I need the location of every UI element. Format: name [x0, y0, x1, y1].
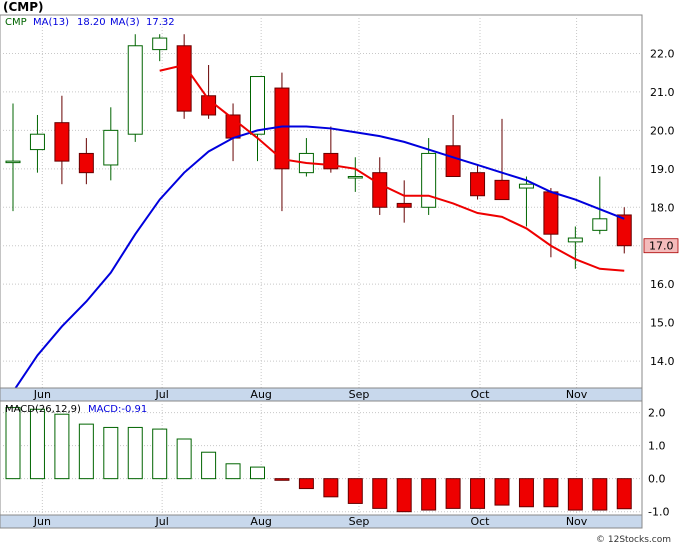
candle-body [103, 129, 119, 166]
macd-bar [152, 428, 168, 480]
candle-body [421, 152, 437, 208]
watermark: © 12Stocks.com [596, 535, 671, 545]
last-price-label: 17.0 [649, 240, 674, 253]
price-y-axis-labels: 14.0 15.0 16.0 17.0 18.0 19.0 20.0 21.0 22.0 [650, 47, 675, 368]
candle-body [518, 183, 534, 189]
legend-symbol: CMP [5, 17, 27, 28]
macd-bar [127, 426, 143, 480]
legend-ma13-value: 18.20 [77, 17, 106, 28]
price-x-tick-label: Jun [33, 388, 51, 401]
candle-body [445, 145, 461, 178]
macd-x-tick-label: Aug [250, 515, 271, 528]
candle-body [5, 160, 21, 164]
macd-x-tick-label: Oct [470, 515, 490, 528]
macd-bar [298, 478, 314, 490]
candle-body [372, 172, 388, 208]
candle-body [274, 87, 290, 170]
macd-bar [518, 478, 534, 508]
macd-bar [323, 478, 339, 498]
candle-body [54, 122, 70, 162]
price-y-tick-label: 14.0 [650, 355, 675, 368]
macd-bar [347, 478, 363, 504]
macd-y-tick-label: 2.0 [648, 407, 666, 420]
macd-bar [176, 438, 192, 480]
candle-body [567, 237, 583, 243]
candle [176, 34, 192, 119]
price-y-tick-label: 22.0 [650, 47, 675, 60]
macd-bar [543, 478, 559, 508]
macd-bar [54, 413, 70, 480]
macd-x-tick-label: Nov [566, 515, 588, 528]
price-y-tick-label: 18.0 [650, 201, 675, 214]
candle-body [176, 45, 192, 112]
macd-bar [592, 478, 608, 511]
price-x-axis-band [0, 387, 643, 402]
candle-body [152, 37, 168, 51]
macd-bar [274, 478, 290, 481]
macd-bar [225, 463, 241, 480]
macd-y-tick-label: 1.0 [648, 440, 666, 453]
candle-body [494, 179, 510, 201]
macd-bar [396, 478, 412, 513]
macd-bar [445, 478, 461, 509]
candle-body [78, 152, 94, 174]
chart-title: (CMP) [3, 0, 44, 14]
price-y-tick-label: 15.0 [650, 317, 675, 330]
price-y-tick-label: 16.0 [650, 278, 675, 291]
candle-body [250, 76, 265, 135]
macd-bar [494, 478, 510, 506]
legend-ma3-value: 17.32 [146, 17, 175, 28]
price-y-tick-label: 21.0 [650, 86, 675, 99]
last-price-marker: 17.0 [643, 238, 679, 254]
macd-bar [78, 423, 94, 480]
candle-body [543, 191, 559, 235]
macd-bar [250, 466, 265, 480]
candle [127, 34, 143, 142]
macd-x-tick-label: Jul [155, 515, 169, 528]
macd-bar [5, 407, 21, 480]
price-y-tick-label: 20.0 [650, 124, 675, 137]
legend-ma13-label: MA(13) [33, 17, 69, 28]
price-panel: JunJulAugSepOctNov 14.015.016.017.018.01… [0, 14, 679, 402]
candle-body [29, 133, 45, 151]
macd-y-tick-label: -1.0 [648, 506, 669, 519]
macd-x-tick-label: Sep [349, 515, 370, 528]
macd-x-axis-band [0, 514, 643, 529]
price-x-tick-label: Oct [470, 388, 490, 401]
macd-bar [470, 478, 486, 509]
macd-bar [103, 426, 119, 480]
price-x-tick-label: Sep [349, 388, 370, 401]
macd-legend-label: MACD(26,12,9) [5, 404, 81, 415]
candle-body [616, 214, 632, 247]
price-y-tick-label: 19.0 [650, 163, 675, 176]
macd-bar [421, 478, 437, 511]
price-x-tick-label: Jul [155, 388, 169, 401]
candle-body [592, 218, 608, 231]
candle-body [470, 172, 486, 197]
price-x-tick-label: Nov [566, 388, 588, 401]
candle-body [347, 176, 363, 179]
macd-bar [567, 478, 583, 511]
macd-bar [372, 478, 388, 509]
macd-bar [616, 478, 632, 510]
macd-y-tick-label: 0.0 [648, 473, 666, 486]
macd-x-tick-label: Jun [33, 515, 51, 528]
candle-body [127, 45, 143, 135]
price-x-tick-label: Aug [250, 388, 271, 401]
macd-bar [29, 408, 45, 480]
candle-body [396, 202, 412, 208]
macd-bar [201, 451, 217, 480]
legend-ma3-label: MA(3) [110, 17, 140, 28]
macd-legend-value: MACD:-0.91 [88, 404, 147, 415]
stock-chart: (CMP) Jun Jul Aug Sep Oct Nov 14.0 15.0 16.0 17.… [0, 0, 680, 546]
macd-legend: MACD(26,12,9) MACD:-0.91 [5, 404, 147, 415]
macd-panel: Jun Jul Aug Sep Oct Nov -1.0 0.0 1.0 2.0 MACD(26… [0, 400, 669, 529]
